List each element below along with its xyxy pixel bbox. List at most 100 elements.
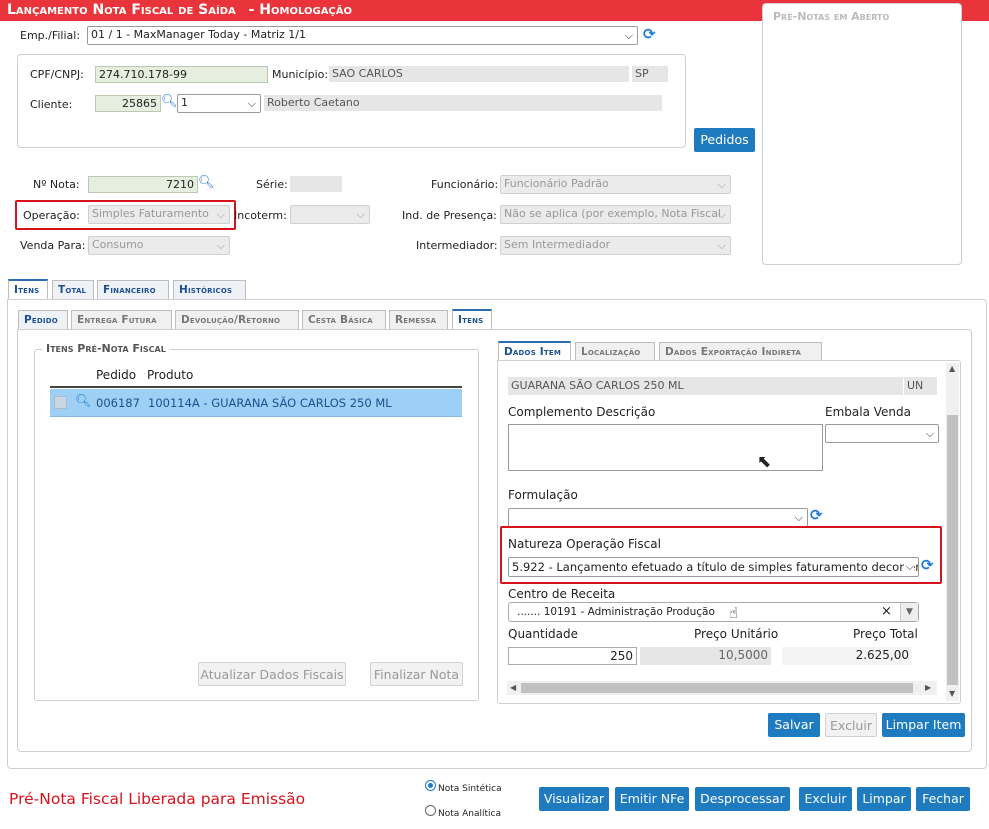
row-pedido: 006187 — [96, 396, 140, 410]
row-search-icon[interactable]: 🔍︎ — [75, 394, 92, 409]
tab-dados-item[interactable]: Dados Item — [498, 341, 571, 361]
operacao-select[interactable]: Simples Faturamento ⌵ — [88, 205, 230, 224]
empresa-select[interactable]: 01 / 1 - MaxManager Today - Matriz 1/1 ⌵ — [87, 26, 638, 45]
cliente-seq-select[interactable]: 1 ⌵ — [177, 94, 261, 113]
chevron-down-icon: ⌵ — [717, 239, 726, 252]
quantidade-field[interactable]: 250 — [508, 647, 637, 665]
scroll-up-arrow-icon[interactable]: ▲ — [949, 364, 955, 373]
pedidos-button[interactable]: Pedidos — [694, 128, 755, 152]
scroll-down-arrow-icon[interactable]: ▼ — [949, 689, 955, 698]
preco-unitario-field: 10,5000 — [640, 647, 771, 665]
items-table-header: Pedido Produto — [50, 365, 462, 388]
limpar-item-button[interactable]: Limpar Item — [882, 713, 965, 737]
formulacao-select[interactable]: ⌵ — [508, 508, 808, 527]
presenca-select[interactable]: Não se aplica (por exemplo, Nota Fiscal … — [500, 205, 731, 224]
tab-dados-exportacao[interactable]: Dados Exportação Indireta — [659, 342, 822, 361]
tab-financeiro[interactable]: Financeiro — [97, 280, 169, 299]
funcionario-label: Funcionário: — [431, 178, 499, 191]
atualizar-dados-fiscais-button[interactable]: Atualizar Dados Fiscais — [198, 662, 346, 686]
environment-label: - Homologação — [248, 2, 353, 18]
chevron-down-icon: ⌵ — [216, 239, 225, 252]
natureza-select[interactable]: 5.922 - Lançamento efetuado a título de … — [508, 557, 919, 577]
cpf-field[interactable]: 274.710.178-99 — [95, 66, 268, 83]
scroll-left-arrow-icon[interactable]: ◀ — [510, 683, 516, 692]
radio-analitica-label: Nota Analítica — [438, 809, 502, 819]
chevron-down-icon: ⌵ — [247, 97, 256, 110]
empresa-label: Emp./Filial: — [20, 29, 81, 42]
municipio-label: Município: — [272, 68, 329, 81]
complemento-textarea[interactable] — [508, 424, 823, 471]
embala-select[interactable]: ⌵ — [825, 424, 939, 443]
clear-icon[interactable]: × — [881, 604, 892, 619]
venda-select[interactable]: Consumo ⌵ — [88, 236, 230, 255]
centro-select[interactable]: ....... 10191 - Administração Produção ×… — [508, 602, 919, 622]
mouse-cursor-icon: ⬉ — [757, 452, 772, 472]
desprocessar-button[interactable]: Desprocessar — [695, 787, 790, 811]
funcionario-select[interactable]: Funcionário Padrão ⌵ — [500, 175, 731, 194]
fechar-button[interactable]: Fechar — [916, 787, 970, 811]
salvar-button[interactable]: Salvar — [768, 713, 820, 737]
chevron-down-icon[interactable]: ▼ — [900, 603, 918, 621]
excluir-button[interactable]: Excluir — [799, 787, 852, 811]
cliente-seq-value: 1 — [181, 96, 188, 109]
refresh-empresa-icon[interactable]: ⟳ — [643, 25, 656, 43]
row-produto: 100114A - GUARANA SÃO CARLOS 250 ML — [148, 396, 392, 410]
preco-unitario-label: Preço Unitário — [694, 627, 779, 641]
tab-total[interactable]: Total — [52, 280, 94, 299]
chevron-down-icon: ⌵ — [925, 427, 934, 440]
refresh-formulacao-icon[interactable]: ⟳ — [810, 506, 823, 524]
nota-label: Nº Nota: — [33, 178, 80, 191]
cliente-code-field[interactable]: 25865 — [95, 95, 161, 112]
subtab-itens[interactable]: Itens — [452, 309, 492, 329]
window-title: Lançamento Nota Fiscal de Saída — [7, 2, 236, 18]
cpf-label: CPF/CNPJ: — [30, 68, 84, 81]
hand-cursor-icon: ☝ — [729, 604, 739, 622]
chevron-down-icon: ⌵ — [356, 208, 365, 221]
limpar-button[interactable]: Limpar — [857, 787, 911, 811]
serie-label: Série: — [256, 178, 288, 191]
radio-sintetica[interactable] — [425, 780, 436, 791]
subtab-entrega-futura[interactable]: Entrega Futura — [71, 310, 172, 329]
chevron-down-icon: ⌵ — [717, 208, 726, 221]
radio-analitica[interactable] — [425, 805, 436, 816]
table-row[interactable]: 🔍︎ 006187 100114A - GUARANA SÃO CARLOS 2… — [50, 389, 462, 417]
search-cliente-icon[interactable]: 🔍︎ — [161, 94, 178, 109]
nota-field[interactable]: 7210 — [88, 176, 198, 193]
subtab-pedido[interactable]: Pedido — [18, 310, 68, 329]
preco-total-field: 2.625,00 — [782, 647, 912, 665]
subtab-cesta-basica[interactable]: Cesta Básica — [302, 310, 386, 329]
quantidade-label: Quantidade — [508, 627, 579, 641]
vertical-scrollbar[interactable]: ▲ ▼ — [946, 363, 959, 701]
subtab-devolucao[interactable]: Devolução/Retorno — [175, 310, 299, 329]
pre-notas-title: Pré-Notas em Aberto — [773, 10, 890, 23]
excluir-item-button[interactable]: Excluir — [825, 713, 877, 737]
descricao-field: GUARANA SÃO CARLOS 250 ML — [508, 377, 903, 395]
tab-localizacao[interactable]: Localização — [575, 342, 655, 361]
finalizar-nota-button[interactable]: Finalizar Nota — [370, 662, 463, 686]
visualizar-button[interactable]: Visualizar — [539, 787, 609, 811]
chevron-down-icon: ⌵ — [717, 178, 726, 191]
incoterm-select[interactable]: ⌵ — [290, 205, 370, 224]
emitir-nfe-button[interactable]: Emitir NFe — [615, 787, 689, 811]
pre-notas-panel: Pré-Notas em Aberto — [762, 3, 962, 265]
horizontal-scrollbar[interactable]: ◀ ▶ — [507, 681, 937, 695]
hscroll-thumb[interactable] — [521, 683, 913, 693]
intermediador-select[interactable]: Sem Intermediador ⌵ — [500, 236, 731, 255]
intermediador-value: Sem Intermediador — [504, 238, 611, 251]
scroll-thumb[interactable] — [947, 415, 958, 685]
natureza-value: 5.922 - Lançamento efetuado a título de … — [512, 560, 919, 574]
tab-historicos[interactable]: Históricos — [173, 280, 246, 299]
serie-field — [290, 176, 342, 192]
tab-itens[interactable]: Itens — [8, 279, 48, 299]
search-nota-icon[interactable]: 🔍︎ — [198, 175, 215, 190]
refresh-natureza-icon[interactable]: ⟳ — [921, 556, 934, 574]
row-checkbox[interactable] — [54, 396, 67, 409]
presenca-value: Não se aplica (por exemplo, Nota Fiscal — [504, 207, 721, 220]
operacao-label: Operação: — [23, 209, 80, 222]
formulacao-label: Formulação — [508, 488, 578, 502]
cliente-name-field: Roberto Caetano — [264, 95, 662, 111]
col-produto-header: Produto — [147, 368, 194, 382]
unidade-field: UN — [904, 377, 937, 395]
subtab-remessa[interactable]: Remessa — [389, 310, 448, 329]
scroll-right-arrow-icon[interactable]: ▶ — [925, 683, 931, 692]
